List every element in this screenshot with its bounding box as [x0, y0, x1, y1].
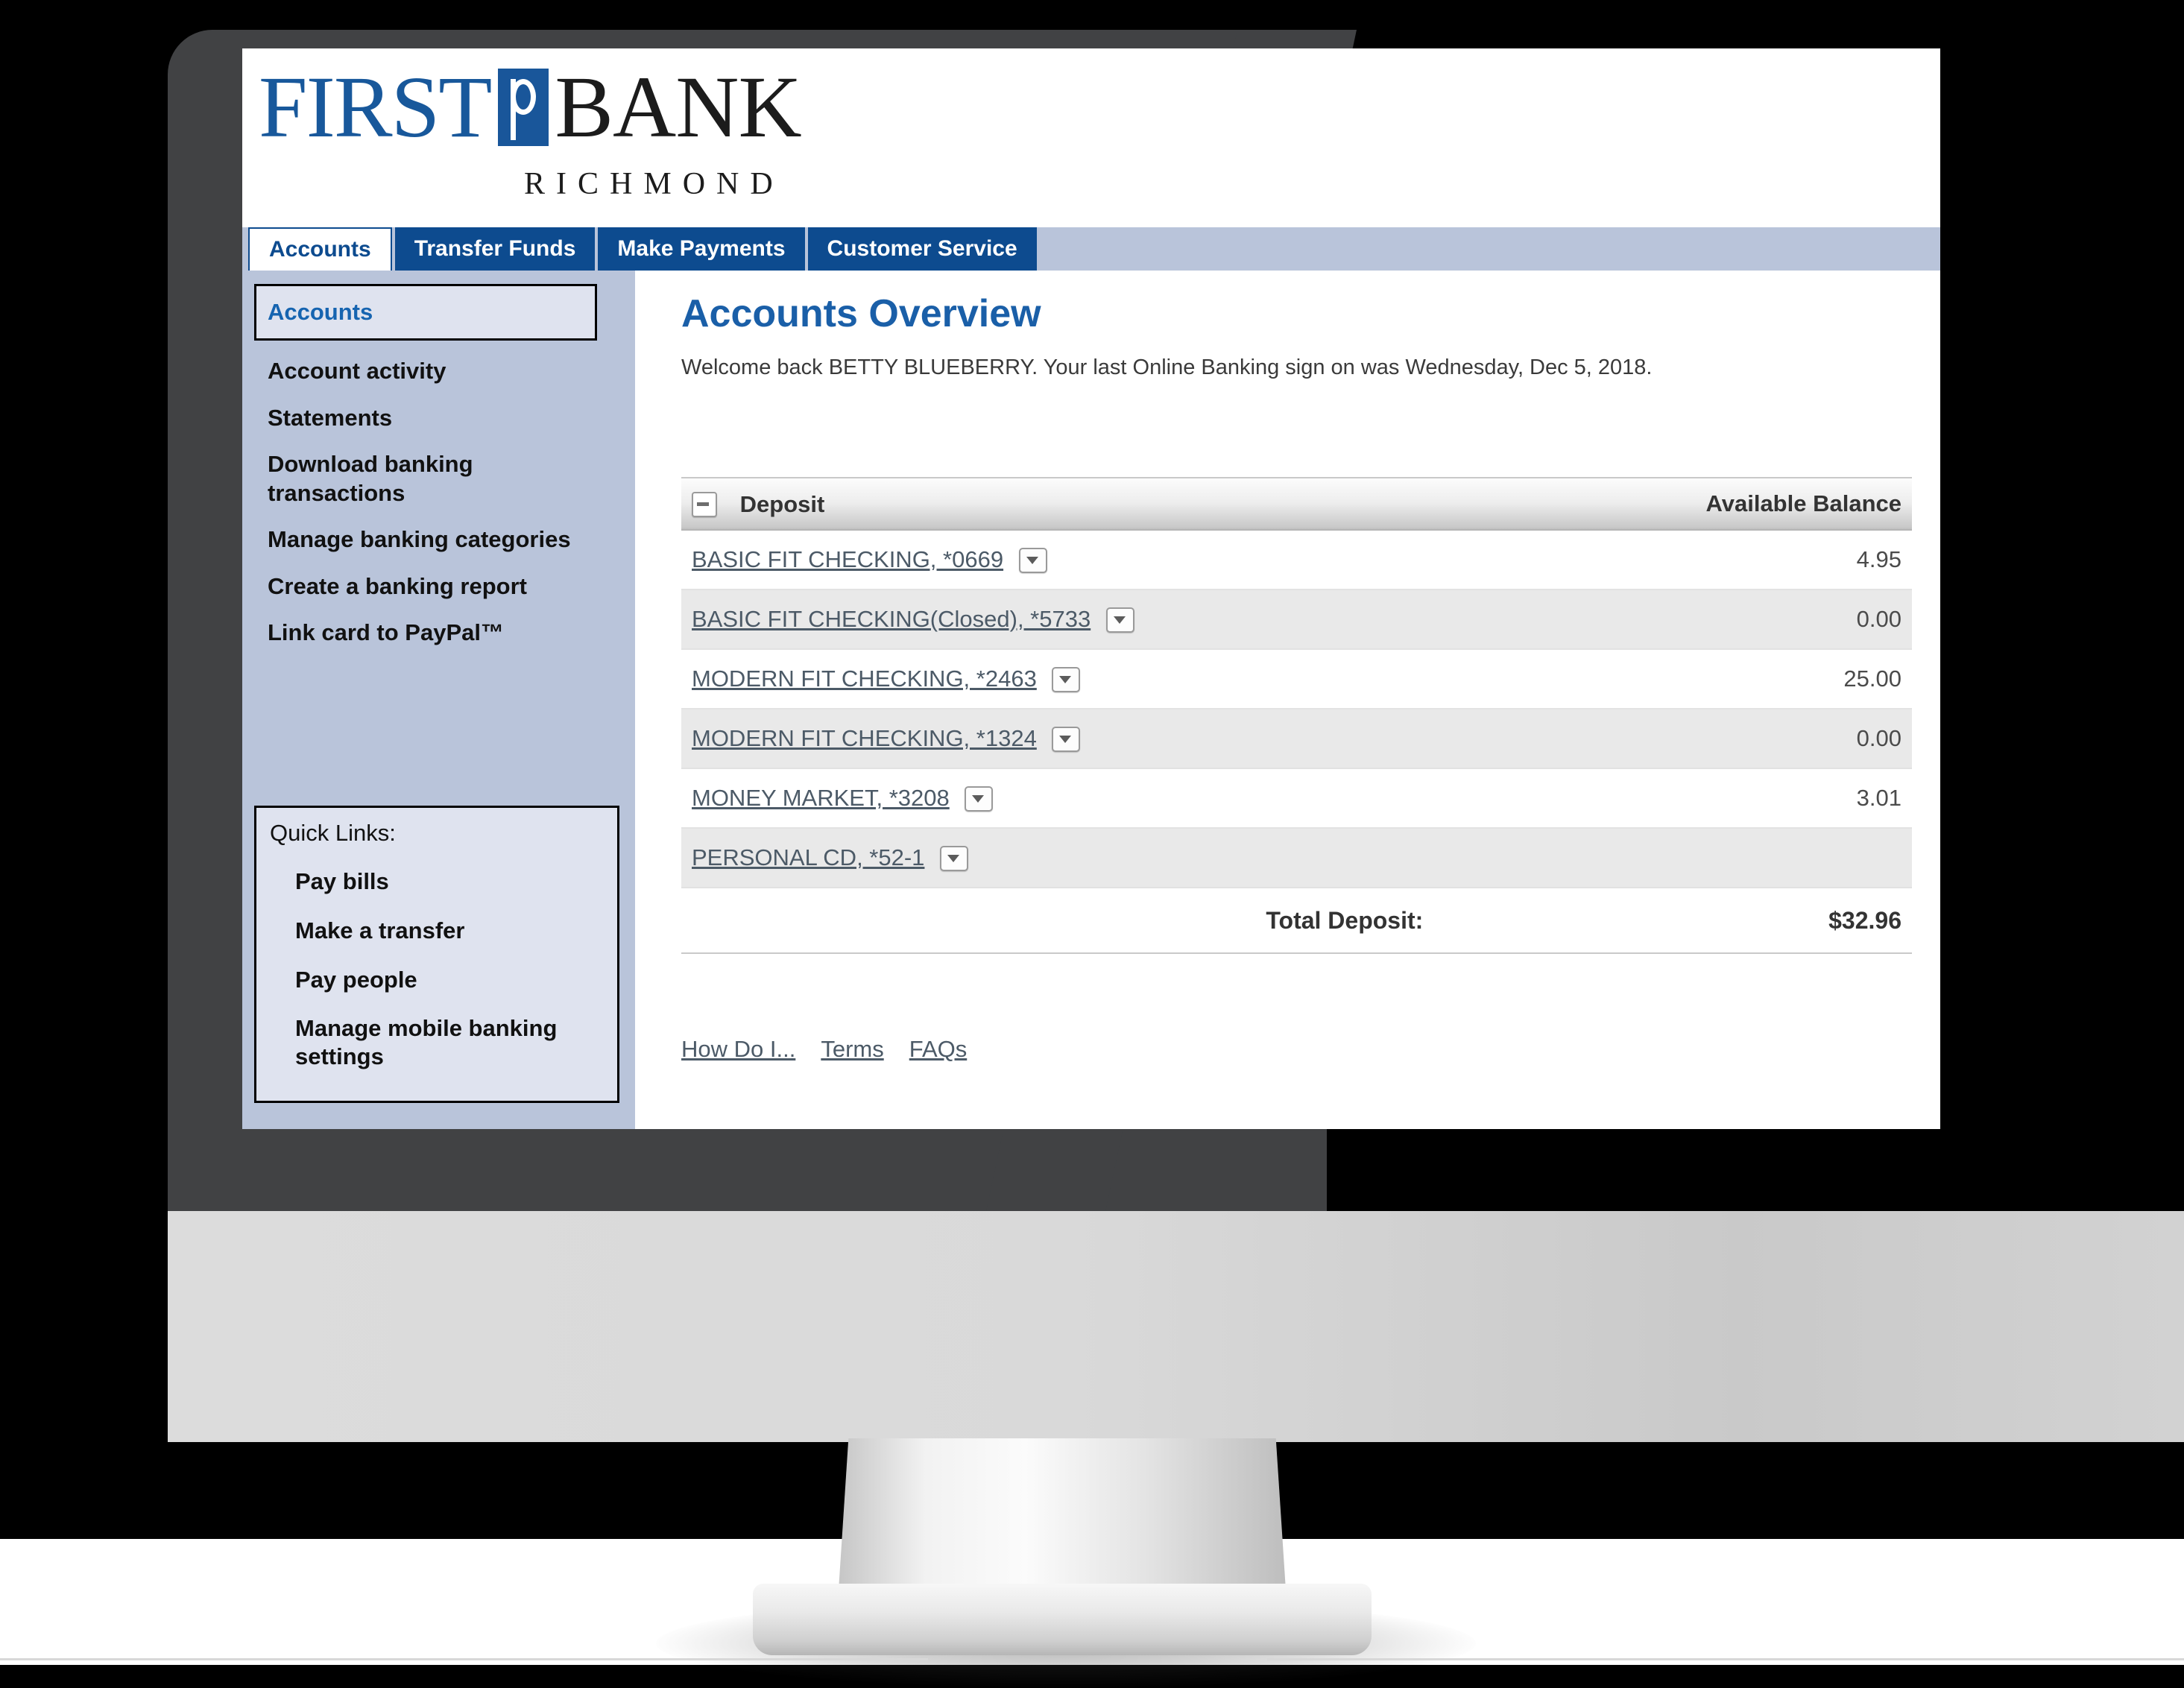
table-row: MODERN FIT CHECKING, *2463 25.00 [681, 649, 1912, 709]
logo-bank-text: BANK [555, 58, 801, 156]
footer-link-terms[interactable]: Terms [821, 1036, 883, 1063]
chevron-down-icon[interactable] [1105, 607, 1134, 633]
account-name-cell: BASIC FIT CHECKING(Closed), *5733 [681, 589, 1521, 650]
chevron-down-icon[interactable] [1018, 548, 1047, 574]
sidebar-item-statements[interactable]: Statements [254, 395, 597, 441]
quick-link-pay-bills[interactable]: Pay bills [270, 857, 604, 906]
quick-link-manage-mobile-banking-settings[interactable]: Manage mobile banking settings [270, 1004, 604, 1081]
brand-header: FIRST BANK RICHMOND [242, 48, 1940, 227]
sidebar-item-account-activity[interactable]: Account activity [254, 348, 597, 394]
nav-tab-customer-service[interactable]: Customer Service [807, 227, 1037, 271]
main-content: Accounts Overview Welcome back BETTY BLU… [635, 271, 1940, 1129]
accounts-table: Deposit Available Balance BASIC FIT CHEC… [681, 477, 1912, 954]
account-link[interactable]: BASIC FIT CHECKING, *0669 [692, 546, 1003, 572]
logo-first-text: FIRST [259, 58, 492, 156]
account-name-cell: BASIC FIT CHECKING, *0669 [681, 530, 1521, 590]
sidebar-item-accounts[interactable]: Accounts [254, 284, 597, 341]
sidebar-item-download-banking-transactions[interactable]: Download banking transactions [254, 441, 597, 516]
account-link[interactable]: BASIC FIT CHECKING(Closed), *5733 [692, 606, 1091, 632]
quick-links-panel: Quick Links: Pay bills Make a transfer P… [254, 806, 619, 1104]
total-deposit-label: Total Deposit: [681, 888, 1521, 954]
screen-viewport: FIRST BANK RICHMOND Accounts Transfer Fu… [242, 48, 1940, 1129]
account-name-cell: MODERN FIT CHECKING, *1324 [681, 709, 1521, 769]
total-deposit-value: $32.96 [1520, 888, 1912, 954]
footer-links: How Do I... Terms FAQs [681, 1036, 1912, 1063]
account-link[interactable]: PERSONAL CD, *52-1 [692, 844, 924, 870]
table-header-deposit: Deposit [681, 477, 1521, 531]
logo-subtitle: RICHMOND [524, 167, 784, 201]
table-row: MODERN FIT CHECKING, *1324 0.00 [681, 709, 1912, 769]
sidebar-menu: Accounts Account activity Statements Dow… [254, 284, 597, 657]
quick-link-pay-people[interactable]: Pay people [270, 955, 604, 1005]
nav-tab-transfer-funds[interactable]: Transfer Funds [394, 227, 596, 271]
account-link[interactable]: MONEY MARKET, *3208 [692, 785, 950, 811]
account-link[interactable]: MODERN FIT CHECKING, *1324 [692, 725, 1037, 751]
table-row: MONEY MARKET, *3208 3.01 [681, 768, 1912, 829]
table-header-row: Deposit Available Balance [681, 477, 1912, 531]
monitor-illustration: FIRST BANK RICHMOND Accounts Transfer Fu… [0, 0, 2184, 1688]
sidebar-item-manage-banking-categories[interactable]: Manage banking categories [254, 516, 597, 563]
nav-tab-make-payments[interactable]: Make Payments [598, 227, 805, 271]
sidebar-item-link-card-to-paypal[interactable]: Link card to PayPal™ [254, 610, 597, 656]
sidebar: Accounts Account activity Statements Dow… [242, 271, 635, 1129]
account-balance: 3.01 [1520, 768, 1912, 829]
account-link[interactable]: MODERN FIT CHECKING, *2463 [692, 666, 1037, 692]
table-total-row: Total Deposit: $32.96 [681, 888, 1912, 954]
monitor-stand-base [753, 1584, 1372, 1655]
chevron-down-icon[interactable] [1052, 727, 1081, 753]
table-header-deposit-label: Deposit [739, 490, 825, 517]
quick-link-make-a-transfer[interactable]: Make a transfer [270, 906, 604, 955]
sidebar-item-create-a-banking-report[interactable]: Create a banking report [254, 563, 597, 610]
account-balance: 25.00 [1520, 649, 1912, 709]
bank-logo[interactable]: FIRST BANK [259, 58, 802, 156]
table-row: PERSONAL CD, *52-1 [681, 828, 1912, 888]
page-body: Accounts Account activity Statements Dow… [242, 271, 1940, 1129]
account-balance: 0.00 [1520, 709, 1912, 769]
monitor-chin [168, 1211, 2184, 1442]
minus-box-icon[interactable] [692, 491, 717, 517]
desk-edge-line-right [1267, 1658, 2184, 1660]
table-row: BASIC FIT CHECKING, *0669 4.95 [681, 530, 1912, 590]
account-name-cell: MONEY MARKET, *3208 [681, 768, 1521, 829]
welcome-message: Welcome back BETTY BLUEBERRY. Your last … [681, 355, 1653, 379]
chevron-down-icon[interactable] [965, 786, 994, 812]
chevron-down-icon[interactable] [940, 846, 969, 872]
account-balance: 0.00 [1520, 589, 1912, 650]
main-navigation: Accounts Transfer Funds Make Payments Cu… [242, 227, 1940, 271]
account-balance: 4.95 [1520, 530, 1912, 590]
account-name-cell: MODERN FIT CHECKING, *2463 [681, 649, 1521, 709]
chevron-down-icon[interactable] [1052, 667, 1081, 693]
page-title: Accounts Overview [681, 292, 1041, 335]
quick-links-title: Quick Links: [270, 820, 396, 846]
account-balance [1520, 828, 1912, 888]
table-header-available-balance: Available Balance [1520, 477, 1912, 531]
footer-link-faqs[interactable]: FAQs [909, 1036, 968, 1063]
desk-edge-line-left [0, 1658, 928, 1660]
logo-p-mark-icon [498, 69, 549, 146]
table-row: BASIC FIT CHECKING(Closed), *5733 0.00 [681, 589, 1912, 650]
account-name-cell: PERSONAL CD, *52-1 [681, 828, 1521, 888]
nav-tab-accounts[interactable]: Accounts [248, 227, 392, 271]
footer-link-how-do-i[interactable]: How Do I... [681, 1036, 795, 1063]
